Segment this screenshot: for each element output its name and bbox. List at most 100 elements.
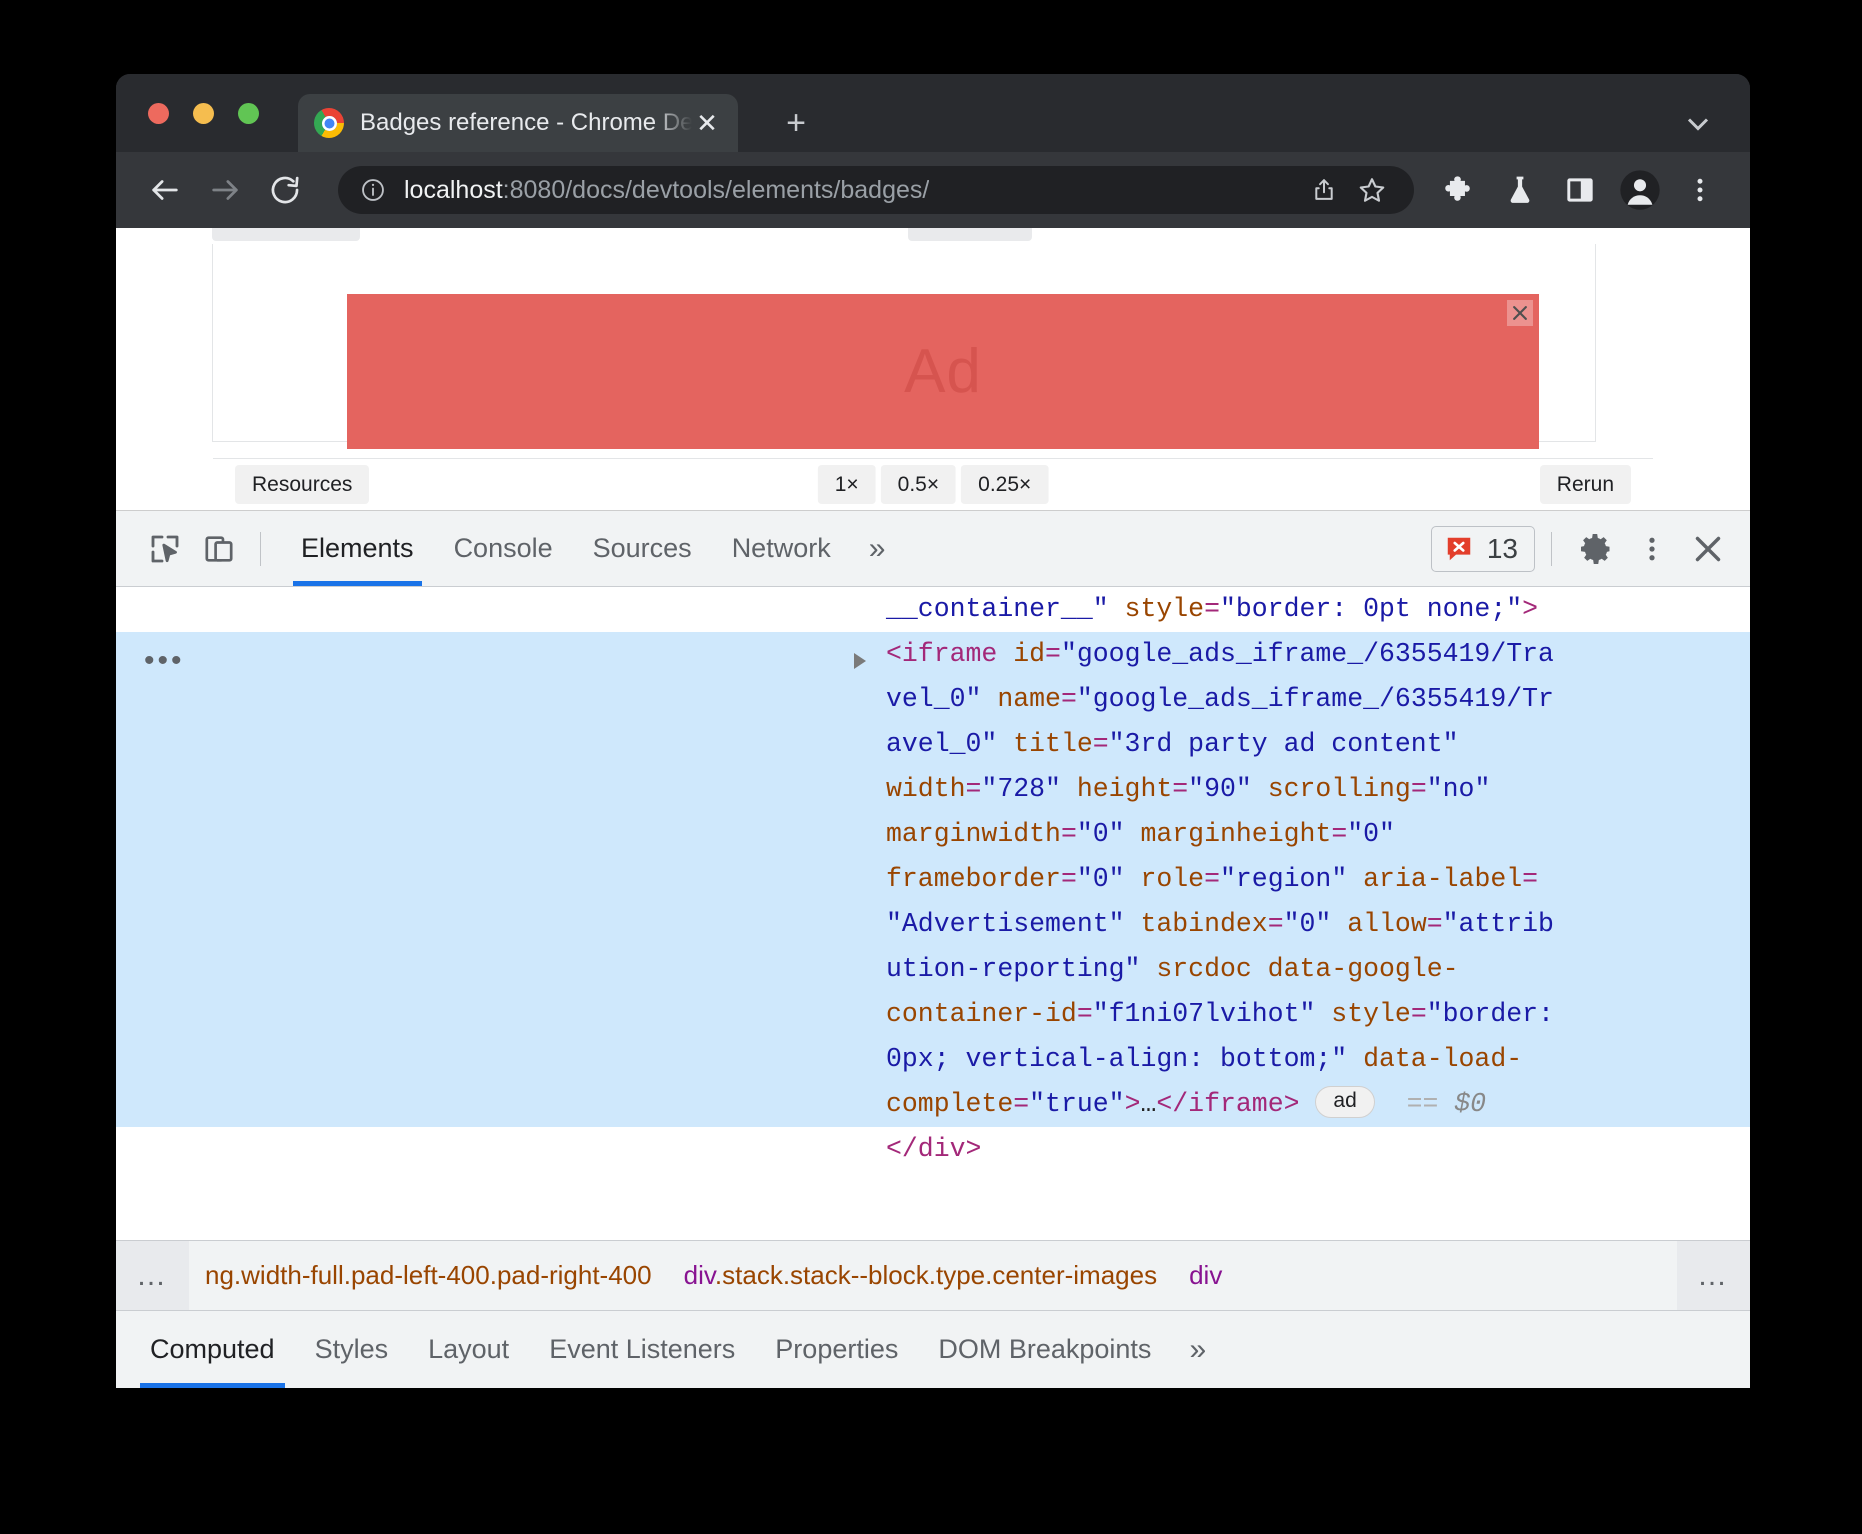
code-token-plain (1109, 594, 1125, 624)
dom-line[interactable]: __container__" style="border: 0pt none;"… (116, 587, 1750, 632)
tab-layout[interactable]: Layout (408, 1312, 529, 1388)
browser-window: Badges reference - Chrome De ✕ + (116, 74, 1750, 1388)
scale-05x-button[interactable]: 0.5× (881, 465, 956, 504)
three-dot-menu-icon[interactable] (1676, 166, 1724, 214)
flask-icon[interactable] (1496, 166, 1544, 214)
code-token-text: … (1140, 1089, 1156, 1119)
dom-line[interactable]: width="728" height="90" scrolling="no" (116, 767, 1750, 812)
dom-line[interactable]: 0px; vertical-align: bottom;" data-load- (116, 1037, 1750, 1082)
code-token-val: "0" (1077, 819, 1125, 849)
code-token-plain (997, 729, 1013, 759)
scale-025x-button[interactable]: 0.25× (961, 465, 1048, 504)
info-circle-icon[interactable] (360, 177, 386, 203)
address-bar-url: localhost:8080/docs/devtools/elements/ba… (404, 176, 929, 205)
maximize-window-button[interactable] (238, 103, 259, 124)
code-token-val: "f1ni07lvihot" (1093, 999, 1316, 1029)
code-token-eq: = (1061, 819, 1077, 849)
browser-tab[interactable]: Badges reference - Chrome De ✕ (298, 94, 738, 152)
devtools-panel: Elements Console Sources Network » 13 (116, 510, 1750, 1388)
dom-line[interactable]: vel_0" name="google_ads_iframe_/6355419/… (116, 677, 1750, 722)
breadcrumb-overflow-left[interactable]: … (116, 1241, 189, 1310)
puzzle-icon[interactable] (1436, 166, 1484, 214)
breadcrumb-item-2[interactable]: div.stack.stack--block.type.center-image… (668, 1260, 1173, 1291)
ad-close-icon[interactable] (1507, 300, 1533, 326)
dom-line[interactable]: complete="true">…</iframe> ad == $0 (116, 1082, 1750, 1127)
dom-line[interactable]: marginwidth="0" marginheight="0" (116, 812, 1750, 857)
code-token-eq: = (1172, 774, 1188, 804)
breadcrumb-item-3[interactable]: div (1173, 1260, 1238, 1291)
ad-badge[interactable]: ad (1315, 1086, 1374, 1118)
new-tab-button[interactable]: + (776, 104, 816, 144)
tab-console[interactable]: Console (434, 512, 573, 586)
back-button[interactable] (142, 167, 188, 213)
partial-chip-left (212, 228, 360, 241)
tab-network[interactable]: Network (712, 512, 851, 586)
breadcrumb-item-1[interactable]: ng.width-full.pad-left-400.pad-right-400 (189, 1260, 668, 1291)
error-count-badge[interactable]: 13 (1431, 526, 1535, 572)
code-token-plain (1125, 864, 1141, 894)
code-token-attr: marginheight (1140, 819, 1331, 849)
side-panel-icon[interactable] (1556, 166, 1604, 214)
breadcrumb-item-1-classes: ng.width-full.pad-left-400.pad-right-400 (205, 1260, 652, 1290)
dom-line[interactable]: container-id="f1ni07lvihot" style="borde… (116, 992, 1750, 1037)
close-icon[interactable] (1680, 521, 1736, 577)
tab-elements[interactable]: Elements (281, 512, 434, 586)
dom-line-content: marginwidth="0" marginheight="0" (886, 819, 1395, 849)
tab-sources[interactable]: Sources (573, 512, 712, 586)
code-token-attr: height (1077, 774, 1172, 804)
rerun-button[interactable]: Rerun (1540, 465, 1631, 504)
code-token-val: "region" (1220, 864, 1347, 894)
code-token-val: "728" (981, 774, 1061, 804)
three-dot-menu-icon[interactable] (1624, 521, 1680, 577)
dom-line[interactable]: avel_0" title="3rd party ad content" (116, 722, 1750, 767)
expand-triangle-icon[interactable] (854, 653, 866, 669)
dom-line[interactable]: frameborder="0" role="region" aria-label… (116, 857, 1750, 902)
breadcrumb-item-2-tag: div (684, 1260, 715, 1290)
reload-button[interactable] (262, 167, 308, 213)
code-token-val: "0" (1347, 819, 1395, 849)
code-token-plain (1347, 1044, 1363, 1074)
tab-styles[interactable]: Styles (295, 1312, 409, 1388)
page-viewport: Ad Resources 1× 0.5× 0.25× Rerun (116, 228, 1750, 510)
minimize-window-button[interactable] (193, 103, 214, 124)
dom-line[interactable]: <iframe id="google_ads_iframe_/6355419/T… (116, 632, 1750, 677)
dom-tree[interactable]: __container__" style="border: 0pt none;"… (116, 587, 1750, 1240)
tab-properties[interactable]: Properties (755, 1312, 918, 1388)
dom-gutter-ellipsis[interactable]: ••• (144, 638, 185, 683)
address-bar[interactable]: localhost:8080/docs/devtools/elements/ba… (338, 166, 1414, 214)
resources-button[interactable]: Resources (235, 465, 369, 504)
breadcrumb-item-3-tag: div (1189, 1260, 1222, 1290)
person-avatar-icon[interactable] (1616, 166, 1664, 214)
device-toolbar-icon[interactable] (192, 522, 246, 576)
dom-line[interactable]: </div> (116, 1127, 1750, 1172)
star-icon[interactable] (1352, 170, 1392, 210)
chevron-down-icon[interactable] (1680, 106, 1716, 142)
share-icon[interactable] (1304, 170, 1344, 210)
tab-event-listeners[interactable]: Event Listeners (529, 1312, 755, 1388)
code-token-eq: = (1013, 1089, 1029, 1119)
inspect-cursor-icon[interactable] (138, 522, 192, 576)
code-token-attr: allow (1347, 909, 1427, 939)
code-token-eq: = (1061, 864, 1077, 894)
scale-1x-button[interactable]: 1× (818, 465, 876, 504)
close-icon[interactable]: ✕ (692, 108, 722, 138)
sidebar-pane-tabs: Computed Styles Layout Event Listeners P… (116, 1310, 1750, 1388)
more-tabs-icon[interactable]: » (851, 532, 904, 566)
tab-dom-breakpoints[interactable]: DOM Breakpoints (918, 1312, 1171, 1388)
code-token-plain (1140, 954, 1156, 984)
forward-button[interactable] (202, 167, 248, 213)
code-token-eq: = (1522, 864, 1538, 894)
gear-icon[interactable] (1568, 521, 1624, 577)
dom-line[interactable]: "Advertisement" tabindex="0" allow="attr… (116, 902, 1750, 947)
dom-line-content: width="728" height="90" scrolling="no" (886, 774, 1490, 804)
breadcrumb-overflow-right[interactable]: … (1677, 1241, 1750, 1310)
ad-banner-label: Ad (904, 336, 982, 407)
tab-computed[interactable]: Computed (130, 1312, 295, 1388)
dom-line[interactable]: ution-reporting" srcdoc data-google- (116, 947, 1750, 992)
close-window-button[interactable] (148, 103, 169, 124)
more-panes-icon[interactable]: » (1171, 1333, 1224, 1367)
code-token-attr: aria-label (1363, 864, 1522, 894)
code-token-val: "0" (1284, 909, 1332, 939)
dom-line-content: complete="true">…</iframe> ad == $0 (886, 1089, 1486, 1119)
code-token-eq: = (1204, 864, 1220, 894)
